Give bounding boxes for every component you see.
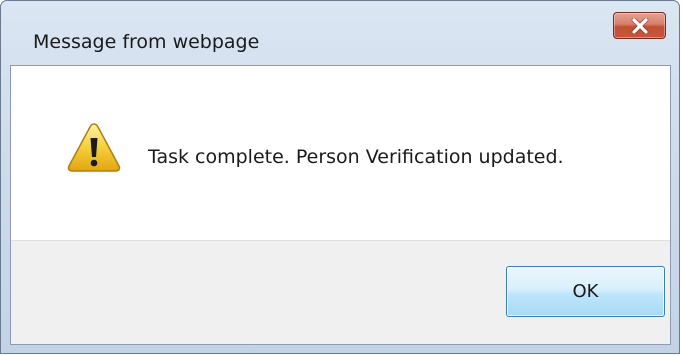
message-area: Task complete. Person Verification updat… — [11, 66, 670, 240]
close-x-icon — [631, 18, 649, 34]
ok-button[interactable]: OK — [506, 266, 665, 317]
close-button[interactable] — [613, 12, 666, 39]
message-text: Task complete. Person Verification updat… — [148, 146, 564, 168]
message-dialog: Message from webpage Task complete. Pers… — [0, 0, 680, 354]
dialog-content: Task complete. Person Verification updat… — [10, 65, 671, 345]
dialog-title: Message from webpage — [33, 31, 260, 53]
dialog-titlebar[interactable]: Message from webpage — [1, 1, 679, 65]
button-area: OK — [11, 240, 670, 344]
warning-icon — [67, 123, 121, 172]
